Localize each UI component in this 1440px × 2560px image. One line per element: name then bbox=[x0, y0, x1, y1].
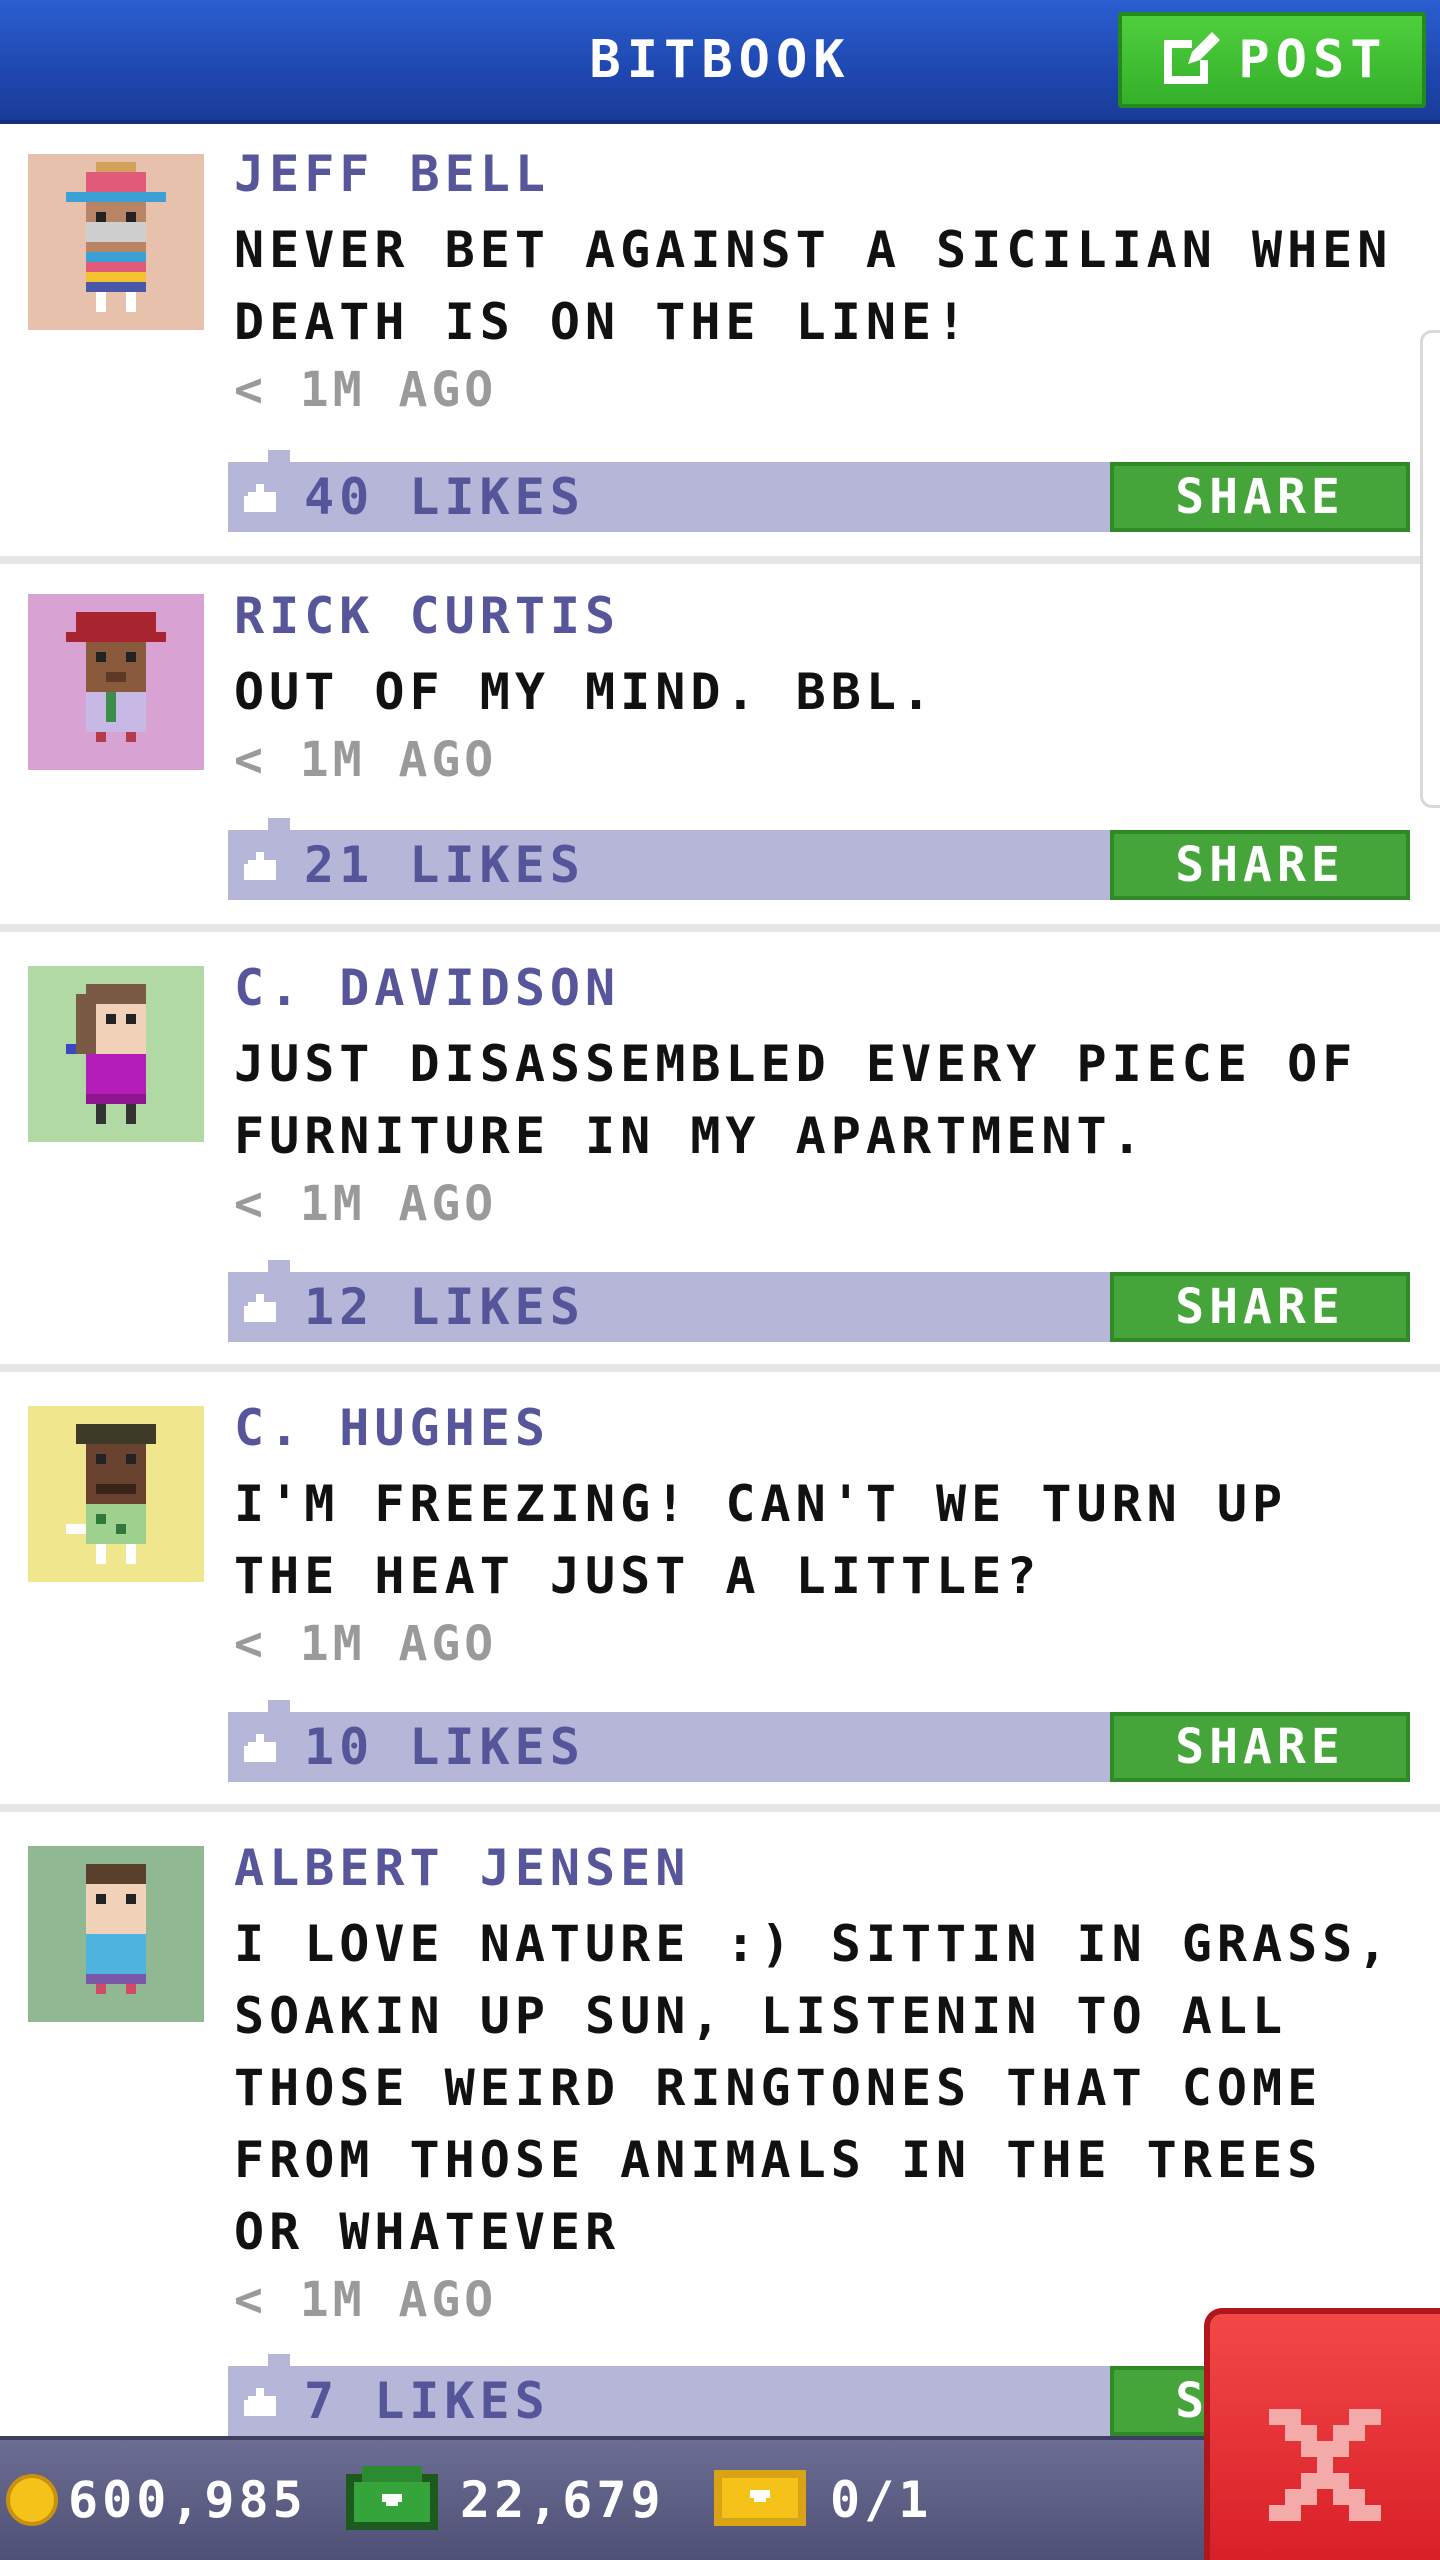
post-time: < 1M AGO bbox=[234, 1616, 498, 1672]
likes-count: 7 LIKES bbox=[304, 2372, 550, 2430]
scroll-indicator[interactable] bbox=[1420, 330, 1440, 808]
post-message: NEVER BET AGAINST A SICILIAN WHEN DEATH … bbox=[234, 221, 1393, 351]
post-time: < 1M AGO bbox=[234, 2272, 498, 2328]
app-header: BITBOOK POST bbox=[0, 0, 1440, 124]
like-icon bbox=[244, 1734, 280, 1766]
like-icon bbox=[244, 1294, 280, 1326]
post-author[interactable]: ALBERT JENSEN bbox=[234, 1838, 690, 1898]
tickets-value: 0/1 bbox=[830, 2471, 933, 2529]
likes-bar: 12 LIKES SHARE bbox=[228, 1260, 1410, 1342]
likes-bar: 21 LIKES SHARE bbox=[228, 818, 1410, 900]
bux-icon bbox=[346, 2466, 438, 2534]
post-time: < 1M AGO bbox=[234, 1176, 498, 1232]
coins-stat: 600,985 bbox=[6, 2440, 307, 2560]
like-icon bbox=[244, 852, 280, 884]
post-button[interactable]: POST bbox=[1118, 12, 1426, 108]
coin-icon bbox=[6, 2474, 58, 2526]
post-time: < 1M AGO bbox=[234, 362, 498, 418]
post-author[interactable]: C. DAVIDSON bbox=[234, 958, 620, 1018]
post-author[interactable]: RICK CURTIS bbox=[234, 586, 620, 646]
likes-count: 10 LIKES bbox=[304, 1718, 585, 1776]
post-author[interactable]: JEFF BELL bbox=[234, 144, 550, 204]
ticket-icon bbox=[714, 2470, 806, 2530]
share-button[interactable]: SHARE bbox=[1110, 1272, 1410, 1342]
edit-icon bbox=[1156, 28, 1221, 92]
feed-post: JEFF BELL NEVER BET AGAINST A SICILIAN W… bbox=[0, 128, 1440, 564]
likes-count: 21 LIKES bbox=[304, 836, 585, 894]
bux-stat: 22,679 bbox=[346, 2440, 665, 2560]
share-button[interactable]: SHARE bbox=[1110, 1712, 1410, 1782]
share-button[interactable]: SHARE bbox=[1110, 830, 1410, 900]
like-icon bbox=[244, 484, 280, 516]
post-message: I LOVE NATURE :) SITTIN IN GRASS, SOAKIN… bbox=[234, 1915, 1393, 2261]
close-icon bbox=[1269, 2409, 1381, 2525]
bux-value: 22,679 bbox=[460, 2471, 665, 2529]
likes-bar: 10 LIKES SHARE bbox=[228, 1700, 1410, 1782]
share-button[interactable]: SHARE bbox=[1110, 462, 1410, 532]
like-icon bbox=[244, 2388, 280, 2420]
post-message: OUT OF MY MIND. BBL. bbox=[234, 663, 937, 721]
feed-post: RICK CURTIS OUT OF MY MIND. BBL. < 1M AG… bbox=[0, 564, 1440, 932]
post-button-label: POST bbox=[1238, 30, 1388, 90]
avatar[interactable] bbox=[28, 1846, 204, 2022]
avatar[interactable] bbox=[28, 154, 204, 330]
post-time: < 1M AGO bbox=[234, 732, 498, 788]
close-button[interactable] bbox=[1204, 2308, 1440, 2560]
likes-count: 40 LIKES bbox=[304, 468, 585, 526]
avatar[interactable] bbox=[28, 1406, 204, 1582]
feed-post: C. DAVIDSON JUST DISASSEMBLED EVERY PIEC… bbox=[0, 932, 1440, 1372]
tickets-stat: 0/1 bbox=[714, 2440, 932, 2560]
coins-value: 600,985 bbox=[68, 2471, 307, 2529]
post-message: JUST DISASSEMBLED EVERY PIECE OF FURNITU… bbox=[234, 1035, 1358, 1165]
post-message: I'M FREEZING! CAN'T WE TURN UP THE HEAT … bbox=[234, 1475, 1288, 1605]
avatar[interactable] bbox=[28, 594, 204, 770]
post-author[interactable]: C. HUGHES bbox=[234, 1398, 550, 1458]
avatar[interactable] bbox=[28, 966, 204, 1142]
feed-post: C. HUGHES I'M FREEZING! CAN'T WE TURN UP… bbox=[0, 1372, 1440, 1812]
likes-count: 12 LIKES bbox=[304, 1278, 585, 1336]
likes-bar: 40 LIKES SHARE bbox=[228, 450, 1410, 532]
